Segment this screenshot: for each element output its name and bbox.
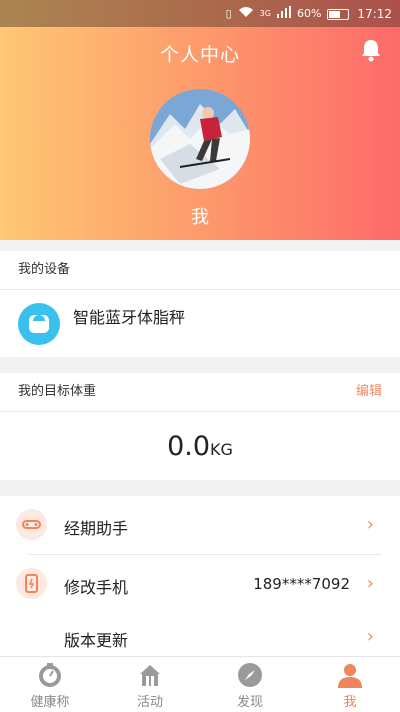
battery-percent: 60% [296, 7, 322, 20]
nickname: 我 [191, 207, 209, 228]
battery-icon [327, 8, 350, 20]
target-weight-heading: 我的目标体重 编辑 [0, 373, 400, 412]
avatar[interactable] [150, 89, 250, 189]
clock: 17:12 [357, 7, 392, 21]
tab-label: 活动 [136, 695, 163, 710]
devices-section: 我的设备 智能蓝牙体脂秤 [0, 251, 400, 357]
phone-number: 189****7092 [253, 575, 350, 593]
person-icon [338, 664, 362, 688]
weight-unit: KG [210, 440, 233, 459]
tab-me[interactable]: 我 [300, 657, 400, 712]
vibrate-icon: ▯ [225, 7, 232, 20]
settings-menu: 经期助手 › 修改手机 189****7092 › 版本更新 › [0, 496, 400, 656]
page-title: 个人中心 [159, 44, 240, 66]
target-weight-label: 我的目标体重 [18, 384, 97, 399]
network-type: 3G [259, 9, 271, 18]
weight-number: 0.0 [167, 431, 211, 462]
wifi-icon [238, 6, 254, 22]
target-weight-value: 0.0KG [0, 412, 400, 480]
period-assistant-icon [16, 509, 47, 540]
phone-icon [16, 568, 47, 599]
menu-item-period-assistant[interactable]: 经期助手 › [0, 496, 400, 554]
tab-label: 我 [343, 695, 357, 710]
status-bar: ▯ 3G 60% 17:12 [0, 0, 400, 27]
compass-icon [238, 663, 262, 687]
tab-activity[interactable]: 活动 [100, 657, 200, 712]
chevron-right-icon: › [366, 626, 374, 647]
chevron-right-icon: › [366, 573, 374, 594]
signal-icon [276, 6, 291, 22]
device-name: 智能蓝牙体脂秤 [73, 308, 186, 327]
tab-scale[interactable]: 健康称 [0, 657, 100, 712]
tab-discover[interactable]: 发现 [200, 657, 300, 712]
target-weight-section: 我的目标体重 编辑 0.0KG [0, 373, 400, 480]
tab-label: 健康称 [30, 695, 70, 710]
device-item[interactable]: 智能蓝牙体脂秤 [0, 290, 400, 358]
bell-icon[interactable] [360, 38, 382, 62]
scale-icon [39, 663, 61, 687]
profile-header: ▯ 3G 60% 17:12 个人中心 我 [0, 0, 400, 240]
activity-icon [140, 665, 160, 686]
menu-label: 修改手机 [64, 578, 129, 597]
menu-item-change-phone[interactable]: 修改手机 189****7092 › [0, 555, 400, 613]
chevron-right-icon: › [366, 514, 374, 535]
devices-heading: 我的设备 [0, 251, 400, 290]
menu-label: 经期助手 [64, 519, 129, 538]
edit-button[interactable]: 编辑 [356, 373, 382, 411]
menu-label: 版本更新 [64, 631, 129, 650]
bottom-tab-bar: 健康称 活动 发现 我 [0, 656, 400, 712]
scale-device-icon [18, 303, 60, 345]
tab-label: 发现 [236, 695, 263, 710]
